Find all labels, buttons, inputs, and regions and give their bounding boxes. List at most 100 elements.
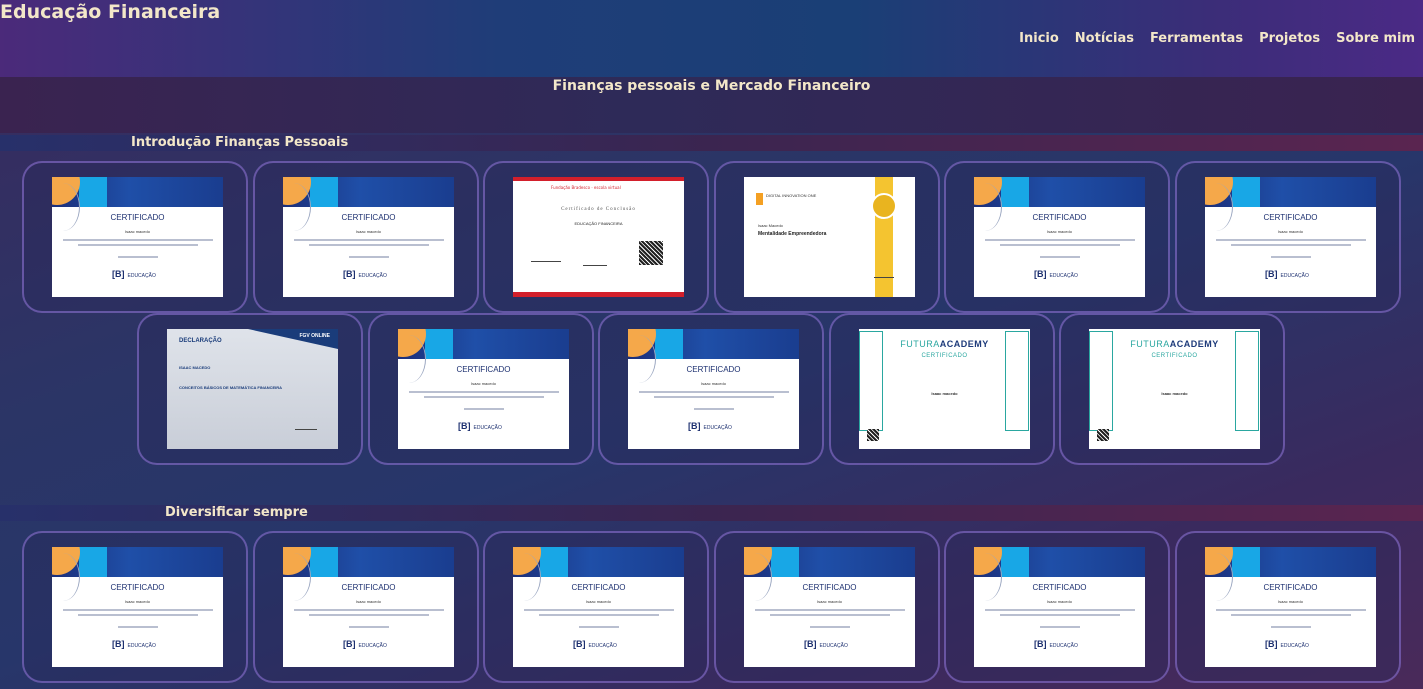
certificate-image[interactable]: CERTIFICADO Isaac macedo [B] EDUCAÇÃO	[283, 547, 454, 667]
certificate-card[interactable]: FUTURAACADEMY CERTIFICADO Isaac macedo	[1059, 313, 1285, 465]
certificate-brand: FGV ONLINE	[299, 333, 330, 339]
certificate-image[interactable]: CERTIFICADO Isaac macedo [B] EDUCAÇÃO	[974, 177, 1145, 297]
certificate-footer: EDUCAÇÃO	[1280, 643, 1309, 649]
b3-logo: [B] EDUCAÇÃO	[1265, 639, 1309, 649]
certificate-card[interactable]: CERTIFICADO Isaac macedo [B] EDUCAÇÃO	[253, 531, 479, 683]
futura-logo: FUTURAACADEMY	[1089, 339, 1260, 349]
nav-link-noticias[interactable]: Notícias	[1075, 31, 1134, 46]
certificate-card[interactable]: CERTIFICADO Isaac macedo [B] EDUCAÇÃO	[253, 161, 479, 313]
certificate-heading: CERTIFICADO	[456, 365, 511, 374]
certificate-heading: CERTIFICADO	[341, 213, 396, 222]
b3-logo: [B] EDUCAÇÃO	[1034, 269, 1078, 279]
certificate-recipient: Isaac macedo	[1047, 229, 1072, 234]
certificate-text-line	[1270, 256, 1311, 258]
certificate-recipient: Isaac Macedo	[758, 223, 783, 228]
certificate-text-line	[1270, 626, 1311, 628]
main-nav: Inicio Notícias Ferramentas Projetos Sob…	[1019, 31, 1415, 46]
certificate-card[interactable]: CERTIFICADO Isaac macedo [B] EDUCAÇÃO	[483, 531, 709, 683]
certificate-heading: CERTIFICADO	[1151, 353, 1198, 359]
nav-link-projetos[interactable]: Projetos	[1259, 31, 1320, 46]
b3-logo-mark: [B]	[1034, 639, 1047, 649]
certificate-text-line	[117, 626, 158, 628]
certificate-footer: EDUCAÇÃO	[703, 425, 732, 431]
certificate-card[interactable]: CERTIFICADO Isaac macedo [B] EDUCAÇÃO	[714, 531, 940, 683]
certificate-seal	[871, 193, 897, 219]
b3-logo-mark: [B]	[343, 269, 356, 279]
certificate-text-line	[769, 614, 890, 616]
site-title[interactable]: Educação Financeira	[0, 1, 220, 23]
b3-logo-mark: [B]	[112, 639, 125, 649]
certificate-text-line	[538, 614, 659, 616]
certificate-card[interactable]: CERTIFICADO Isaac macedo [B] EDUCAÇÃO	[22, 531, 248, 683]
certificate-image[interactable]: CERTIFICADO Isaac macedo [B] EDUCAÇÃO	[398, 329, 569, 449]
section-title-introducao: Introdução Finanças Pessoais	[131, 135, 349, 150]
certificate-heading: Certificado de Conclusão	[561, 207, 636, 212]
certificate-image[interactable]: CERTIFICADO Isaac macedo [B] EDUCAÇÃO	[628, 329, 799, 449]
certificate-card[interactable]: CERTIFICADO Isaac macedo [B] EDUCAÇÃO	[944, 531, 1170, 683]
b3-logo-mark: [B]	[1265, 269, 1278, 279]
certificate-text-line	[463, 408, 504, 410]
certificate-text-line	[308, 244, 429, 246]
certificate-image[interactable]: CERTIFICADO Isaac macedo [B] EDUCAÇÃO	[1205, 177, 1376, 297]
b3-logo-mark: [B]	[1265, 639, 1278, 649]
b3-logo: [B] EDUCAÇÃO	[1034, 639, 1078, 649]
certificate-accent-band	[1001, 177, 1029, 207]
certificate-card[interactable]: CERTIFICADO Isaac macedo [B] EDUCAÇÃO	[368, 313, 594, 465]
certificate-accent-band	[79, 547, 107, 577]
certificate-recipient: Isaac macedo	[471, 381, 496, 386]
certificate-heading: CERTIFICADO	[1032, 583, 1087, 592]
certificate-text-line	[1215, 239, 1366, 241]
certificate-card[interactable]: DIGITAL INNOVATION ONE Isaac Macedo Mental…	[714, 161, 940, 313]
certificate-image[interactable]: CERTIFICADO Isaac macedo [B] EDUCAÇÃO	[283, 177, 454, 297]
certificate-accent-band	[1001, 547, 1029, 577]
certificate-accent-band	[1232, 177, 1260, 207]
certificate-image[interactable]: CERTIFICADO Isaac macedo [B] EDUCAÇÃO	[513, 547, 684, 667]
certificate-card[interactable]: CERTIFICADO Isaac macedo [B] EDUCAÇÃO	[598, 313, 824, 465]
nav-link-sobre-mim[interactable]: Sobre mim	[1336, 31, 1415, 46]
certificate-course: EDUCAÇÃO FINANCEIRA	[574, 221, 623, 226]
certificate-text-line	[999, 614, 1120, 616]
certificate-text-line	[1230, 244, 1351, 246]
certificate-text-line	[77, 614, 198, 616]
futura-logo-a: FUTURA	[900, 339, 940, 349]
certificate-image[interactable]: FUTURAACADEMY CERTIFICADO Isaac macedo	[1089, 329, 1260, 449]
certificate-text-line	[62, 609, 213, 611]
certificate-accent-band	[310, 547, 338, 577]
certificate-image[interactable]: DIGITAL INNOVATION ONE Isaac Macedo Mental…	[744, 177, 915, 297]
certificate-text-line	[1039, 626, 1080, 628]
b3-logo-mark: [B]	[458, 421, 471, 431]
signature	[874, 277, 894, 278]
certificate-text-line	[62, 239, 213, 241]
futura-logo-a: FUTURA	[1130, 339, 1170, 349]
certificate-image[interactable]: CERTIFICADO Isaac macedo [B] EDUCAÇÃO	[974, 547, 1145, 667]
certificate-card[interactable]: CERTIFICADO Isaac macedo [B] EDUCAÇÃO	[1175, 531, 1401, 683]
certificate-card[interactable]: CERTIFICADO Isaac macedo [B] EDUCAÇÃO	[944, 161, 1170, 313]
futura-logo-b: ACADEMY	[939, 339, 989, 349]
certificate-heading: CERTIFICADO	[686, 365, 741, 374]
certificate-brand: Fundação Bradesco · escola virtual	[551, 185, 621, 190]
certificate-recipient: Isaac macedo	[701, 381, 726, 386]
certificate-card[interactable]: Fundação Bradesco · escola virtual Certif…	[483, 161, 709, 313]
certificate-image[interactable]: CERTIFICADO Isaac macedo [B] EDUCAÇÃO	[52, 177, 223, 297]
certificate-image[interactable]: CERTIFICADO Isaac macedo [B] EDUCAÇÃO	[744, 547, 915, 667]
certificate-image[interactable]: FUTURAACADEMY CERTIFICADO Isaac macedo	[859, 329, 1030, 449]
certificate-card[interactable]: CERTIFICADO Isaac macedo [B] EDUCAÇÃO	[22, 161, 248, 313]
certificate-image[interactable]: CERTIFICADO Isaac macedo [B] EDUCAÇÃO	[52, 547, 223, 667]
certificate-card[interactable]: FGV ONLINE DECLARAÇÃO ISAAC MACEDO CONCEITO…	[137, 313, 363, 465]
certificate-card[interactable]: CERTIFICADO Isaac macedo [B] EDUCAÇÃO	[1175, 161, 1401, 313]
certificate-image[interactable]: Fundação Bradesco · escola virtual Certif…	[513, 177, 684, 297]
nav-link-inicio[interactable]: Inicio	[1019, 31, 1059, 46]
b3-logo: [B] EDUCAÇÃO	[112, 639, 156, 649]
signature	[531, 261, 561, 262]
certificate-recipient: Isaac macedo	[1047, 599, 1072, 604]
b3-logo-mark: [B]	[573, 639, 586, 649]
certificate-heading: CERTIFICADO	[341, 583, 396, 592]
certificate-image[interactable]: FGV ONLINE DECLARAÇÃO ISAAC MACEDO CONCEITO…	[167, 329, 338, 449]
certificate-text-line	[408, 391, 559, 393]
b3-logo-mark: [B]	[688, 421, 701, 431]
nav-link-ferramentas[interactable]: Ferramentas	[1150, 31, 1243, 46]
certificate-card[interactable]: FUTURAACADEMY CERTIFICADO Isaac macedo	[829, 313, 1055, 465]
certificate-image[interactable]: CERTIFICADO Isaac macedo [B] EDUCAÇÃO	[1205, 547, 1376, 667]
certificate-course: CONCEITOS BÁSICOS DE MATEMÁTICA FINANCEI…	[179, 385, 283, 390]
b3-logo: [B] EDUCAÇÃO	[573, 639, 617, 649]
